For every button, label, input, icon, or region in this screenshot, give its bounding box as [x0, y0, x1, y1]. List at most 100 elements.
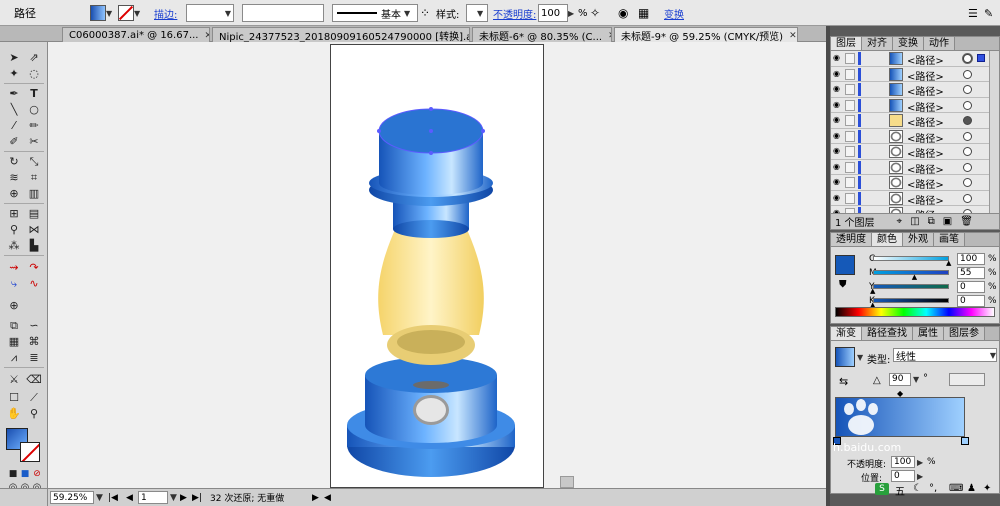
layer-row[interactable]: ◉ <路径> [831, 159, 999, 176]
line-tool-icon[interactable]: ╲ [5, 102, 23, 117]
lamp-cap-bottom[interactable] [379, 171, 483, 195]
anchor-point[interactable] [377, 129, 381, 133]
eye-icon[interactable]: ◉ [833, 54, 843, 62]
style-dropdown[interactable]: ▼ [466, 4, 488, 22]
status-menu-icon[interactable]: ▶ [312, 491, 319, 504]
tab-actions[interactable]: 动作 [924, 37, 955, 50]
eye-icon[interactable]: ◉ [833, 85, 843, 93]
anchor-point[interactable] [429, 151, 433, 155]
gradient-midpoint-icon[interactable]: ◆ [897, 389, 903, 398]
opacity-label[interactable]: 不透明度: [493, 4, 536, 22]
grid-icon[interactable]: ⁘ [420, 4, 430, 22]
channel-value[interactable]: 55 [957, 266, 985, 279]
doc-tab[interactable]: C06000387.ai* @ 16.67... ✕ [62, 27, 210, 42]
gradient-stop-right[interactable] [961, 437, 969, 445]
lasso-tool-icon[interactable]: ◌ [25, 66, 43, 81]
list-tool-icon[interactable]: ≣ [25, 350, 43, 365]
layer-row[interactable]: ◉<路径> [831, 66, 999, 83]
eye-icon[interactable]: ◉ [833, 162, 843, 171]
eraser-tool-icon[interactable]: ⌫ [25, 372, 43, 387]
symbol-tool-icon[interactable]: ⧉ [5, 318, 23, 333]
tab-brushes[interactable]: 画笔 [934, 233, 965, 246]
layer-row[interactable]: ◉<路径> [831, 51, 999, 67]
free-transform-tool-icon[interactable]: ⌗ [25, 170, 43, 185]
wrench-icon[interactable]: ✎ [984, 4, 993, 22]
artboard[interactable] [330, 44, 544, 488]
layer-name[interactable]: <路径> [907, 145, 944, 160]
lock-toggle[interactable] [845, 115, 855, 126]
doc-tab-active[interactable]: 未标题-9* @ 59.25% (CMYK/预览) ✕ [614, 27, 798, 42]
brush-dropdown[interactable]: 基本 ▼ [332, 4, 418, 22]
knife-tool-icon[interactable]: ⚔ [5, 372, 23, 387]
target-circle-icon[interactable] [963, 100, 972, 110]
blob-brush-tool-icon[interactable]: ✐ [5, 134, 23, 149]
none-mode-icon[interactable]: ⊘ [28, 466, 46, 481]
ime-s-icon[interactable]: S [875, 483, 889, 495]
ime-mode-label[interactable]: 五 [895, 483, 905, 498]
zigzag-tool-icon[interactable]: ⩘ [5, 350, 23, 365]
channel-value[interactable]: 0 [957, 280, 985, 293]
layer-name[interactable]: <路径> [907, 176, 944, 191]
target-circle-icon[interactable] [963, 69, 972, 79]
anchor-point[interactable] [429, 107, 433, 111]
first-artboard-icon[interactable]: |◀ [108, 491, 118, 504]
eye-icon[interactable]: ◉ [833, 178, 843, 186]
target-circle-icon[interactable] [963, 178, 972, 187]
channel-slider[interactable] [873, 284, 949, 289]
layer-name[interactable]: <路径> [907, 192, 944, 207]
layer-row[interactable]: ◉<路径> [831, 113, 999, 129]
layer-name[interactable]: <路径> [907, 161, 944, 176]
gradient-type-dropdown[interactable]: 线性 ▼ [893, 348, 997, 363]
eye-icon[interactable]: ◉ [833, 193, 843, 202]
lock-toggle[interactable] [845, 68, 855, 80]
new-sublayer-icon[interactable]: ⧉ [928, 216, 935, 227]
tab-layer-comps[interactable]: 图层参 [944, 327, 985, 340]
lamp-wick-base[interactable] [413, 381, 449, 389]
tab-transform[interactable]: 变换 [893, 37, 924, 50]
channel-value[interactable]: 100 [957, 252, 985, 265]
target-circle-icon[interactable] [963, 162, 972, 172]
layer-name[interactable]: <路径> [907, 114, 944, 129]
layer-row[interactable]: ◉<路径> [831, 206, 999, 213]
ellipse-tool-icon[interactable]: ○ [25, 102, 43, 117]
spiral-tool-icon[interactable]: ∽ [25, 318, 43, 333]
eye-icon[interactable]: ◉ [833, 147, 843, 155]
channel-slider[interactable] [873, 256, 949, 261]
zoom-caret-icon[interactable]: ▼ [96, 491, 103, 504]
zoom-dropdown[interactable]: 59.25% [50, 491, 94, 504]
make-clipping-mask-icon[interactable]: ◫ [910, 216, 919, 227]
scissors-tool-icon[interactable]: ✂ [25, 134, 43, 149]
layer-name[interactable]: <路径> [907, 83, 944, 98]
zoom-tool-icon[interactable]: ⚲ [25, 406, 43, 421]
layer-row[interactable]: ◉<路径> [831, 97, 999, 114]
doc-tab[interactable]: Nipic_24377523_20180909160524790000 [转换]… [212, 27, 470, 42]
shape-builder-tool-icon[interactable]: ⊕ [5, 186, 23, 201]
pencil-tool-icon[interactable]: ✏ [25, 118, 43, 133]
mesh-tool-icon[interactable]: ⊞ [5, 206, 23, 221]
new-layer-icon[interactable]: ▣ [943, 216, 952, 227]
canvas-area[interactable] [48, 42, 826, 488]
artboard-caret-icon[interactable]: ▼ [170, 491, 177, 504]
panel-menu-icon[interactable]: ☰ [968, 4, 978, 22]
stop-location-input[interactable]: 0 [891, 470, 915, 482]
ime-user-icon[interactable]: ♟ [967, 483, 976, 494]
anchor-point[interactable] [429, 129, 433, 133]
wave-tool-icon[interactable]: ∿ [25, 276, 43, 291]
transform-link[interactable]: 变换 [664, 4, 684, 22]
artboard-number[interactable]: 1 [138, 491, 168, 504]
gradient-preview-caret-icon[interactable]: ▼ [857, 353, 863, 362]
ime-keyboard-icon[interactable]: ⌨ [949, 483, 963, 494]
tab-gradient[interactable]: 渐变 [831, 327, 862, 340]
warp-red-tool-icon[interactable]: ↷ [25, 260, 43, 275]
warp-tool-icon[interactable]: ≋ [5, 170, 23, 185]
target-circle-icon[interactable] [963, 54, 972, 63]
channel-slider-thumb[interactable]: ▲ [912, 273, 917, 281]
close-icon[interactable]: ✕ [205, 31, 210, 41]
out-of-gamut-icon[interactable]: ⛊ [839, 279, 847, 290]
lock-toggle[interactable] [845, 161, 855, 173]
tab-attributes[interactable]: 属性 [913, 327, 944, 340]
lamp-neck-bottom[interactable] [393, 220, 469, 238]
crosshair-tool-icon[interactable]: ⊕ [5, 298, 23, 313]
next-artboard-icon[interactable]: ▶ [180, 491, 187, 504]
layer-name[interactable]: <路径> [907, 130, 944, 145]
